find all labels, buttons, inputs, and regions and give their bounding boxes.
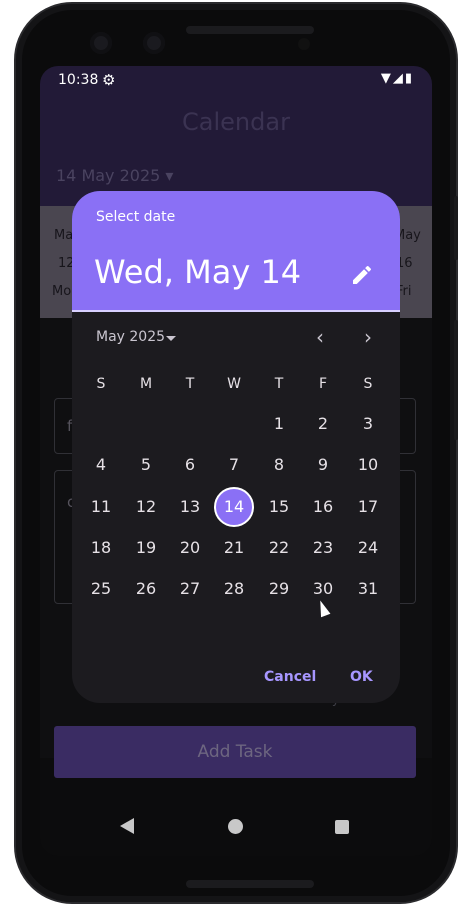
calendar-day[interactable]: 5 bbox=[126, 445, 166, 485]
calendar-day[interactable]: 16 bbox=[303, 487, 343, 527]
calendar-day[interactable]: 7 bbox=[214, 445, 254, 485]
app-header: 10:38 ⚙ ▼◢▮ Calendar 14 May 2025 ▾ bbox=[40, 66, 432, 206]
calendar-day[interactable]: 20 bbox=[170, 528, 210, 568]
calendar-day[interactable]: 21 bbox=[214, 528, 254, 568]
weekday-label: W bbox=[227, 376, 241, 392]
weekday-label: T bbox=[185, 376, 195, 392]
recents-icon[interactable] bbox=[335, 820, 349, 834]
calendar-day[interactable]: 1 bbox=[259, 404, 299, 444]
calendar-day[interactable]: 13 bbox=[170, 487, 210, 527]
calendar-day[interactable]: 18 bbox=[81, 528, 121, 568]
date-picker-dialog: Select date Wed, May 14 May 2025 ‹ › S M T… bbox=[72, 191, 400, 703]
calendar-day[interactable]: 24 bbox=[348, 528, 388, 568]
dialog-header: Select date Wed, May 14 bbox=[72, 191, 400, 311]
strip-day-left: Mo bbox=[52, 284, 72, 299]
header-divider bbox=[72, 310, 400, 312]
edit-pencil-icon[interactable] bbox=[350, 263, 374, 287]
earpiece-speaker bbox=[186, 26, 314, 34]
calendar-day[interactable]: 17 bbox=[348, 487, 388, 527]
calendar-day[interactable]: 2 bbox=[303, 404, 343, 444]
power-button bbox=[454, 196, 458, 260]
settings-gear-icon: ⚙ bbox=[102, 71, 116, 89]
dialog-label: Select date bbox=[96, 209, 176, 225]
app-title: Calendar bbox=[182, 108, 290, 136]
calendar-day[interactable]: 8 bbox=[259, 445, 299, 485]
add-task-button[interactable]: Add Task bbox=[54, 726, 416, 778]
cancel-button[interactable]: Cancel bbox=[264, 669, 316, 685]
calendar-day[interactable]: 22 bbox=[259, 528, 299, 568]
prev-month-chevron-icon[interactable]: ‹ bbox=[316, 325, 324, 349]
calendar-day[interactable]: 19 bbox=[126, 528, 166, 568]
calendar-day[interactable]: 29 bbox=[259, 569, 299, 609]
calendar-day[interactable]: 27 bbox=[170, 569, 210, 609]
calendar-day[interactable]: 9 bbox=[303, 445, 343, 485]
navigation-bar bbox=[40, 806, 432, 856]
calendar-day[interactable]: 15 bbox=[259, 487, 299, 527]
strip-month-left: Ma bbox=[54, 228, 74, 243]
calendar-day[interactable]: 23 bbox=[303, 528, 343, 568]
calendar-day[interactable]: 3 bbox=[348, 404, 388, 444]
calendar-day[interactable]: 12 bbox=[126, 487, 166, 527]
ok-button[interactable]: OK bbox=[350, 669, 373, 685]
calendar-day[interactable]: 6 bbox=[170, 445, 210, 485]
weekday-label: F bbox=[318, 376, 328, 392]
month-year-selector[interactable]: May 2025 bbox=[96, 329, 165, 345]
calendar-day[interactable]: 10 bbox=[348, 445, 388, 485]
wifi-signal-battery-icon: ▼◢▮ bbox=[380, 71, 414, 86]
calendar-day-selected[interactable]: 14 bbox=[214, 487, 254, 527]
volume-button bbox=[454, 320, 458, 440]
weekday-label: S bbox=[363, 376, 373, 392]
chevron-down-icon[interactable] bbox=[166, 336, 176, 341]
calendar-day[interactable]: 26 bbox=[126, 569, 166, 609]
back-icon[interactable] bbox=[120, 818, 134, 834]
weekday-label: S bbox=[96, 376, 106, 392]
selected-date-headline: Wed, May 14 bbox=[94, 253, 302, 291]
calendar-day[interactable]: 25 bbox=[81, 569, 121, 609]
weekday-label: M bbox=[139, 376, 153, 392]
status-bar: 10:38 ⚙ ▼◢▮ bbox=[40, 66, 432, 94]
calendar-day[interactable]: 11 bbox=[81, 487, 121, 527]
front-camera-icon bbox=[90, 32, 112, 54]
next-month-chevron-icon[interactable]: › bbox=[364, 325, 372, 349]
month-selector[interactable]: 14 May 2025 ▾ bbox=[56, 166, 173, 185]
weekday-label: T bbox=[274, 376, 284, 392]
front-camera-icon bbox=[143, 32, 165, 54]
calendar-day[interactable]: 28 bbox=[214, 569, 254, 609]
calendar-day[interactable]: 4 bbox=[81, 445, 121, 485]
status-time: 10:38 bbox=[58, 72, 99, 88]
proximity-sensor bbox=[298, 38, 310, 50]
bottom-speaker bbox=[186, 880, 314, 888]
calendar-day[interactable]: 31 bbox=[348, 569, 388, 609]
home-icon[interactable] bbox=[228, 819, 243, 834]
